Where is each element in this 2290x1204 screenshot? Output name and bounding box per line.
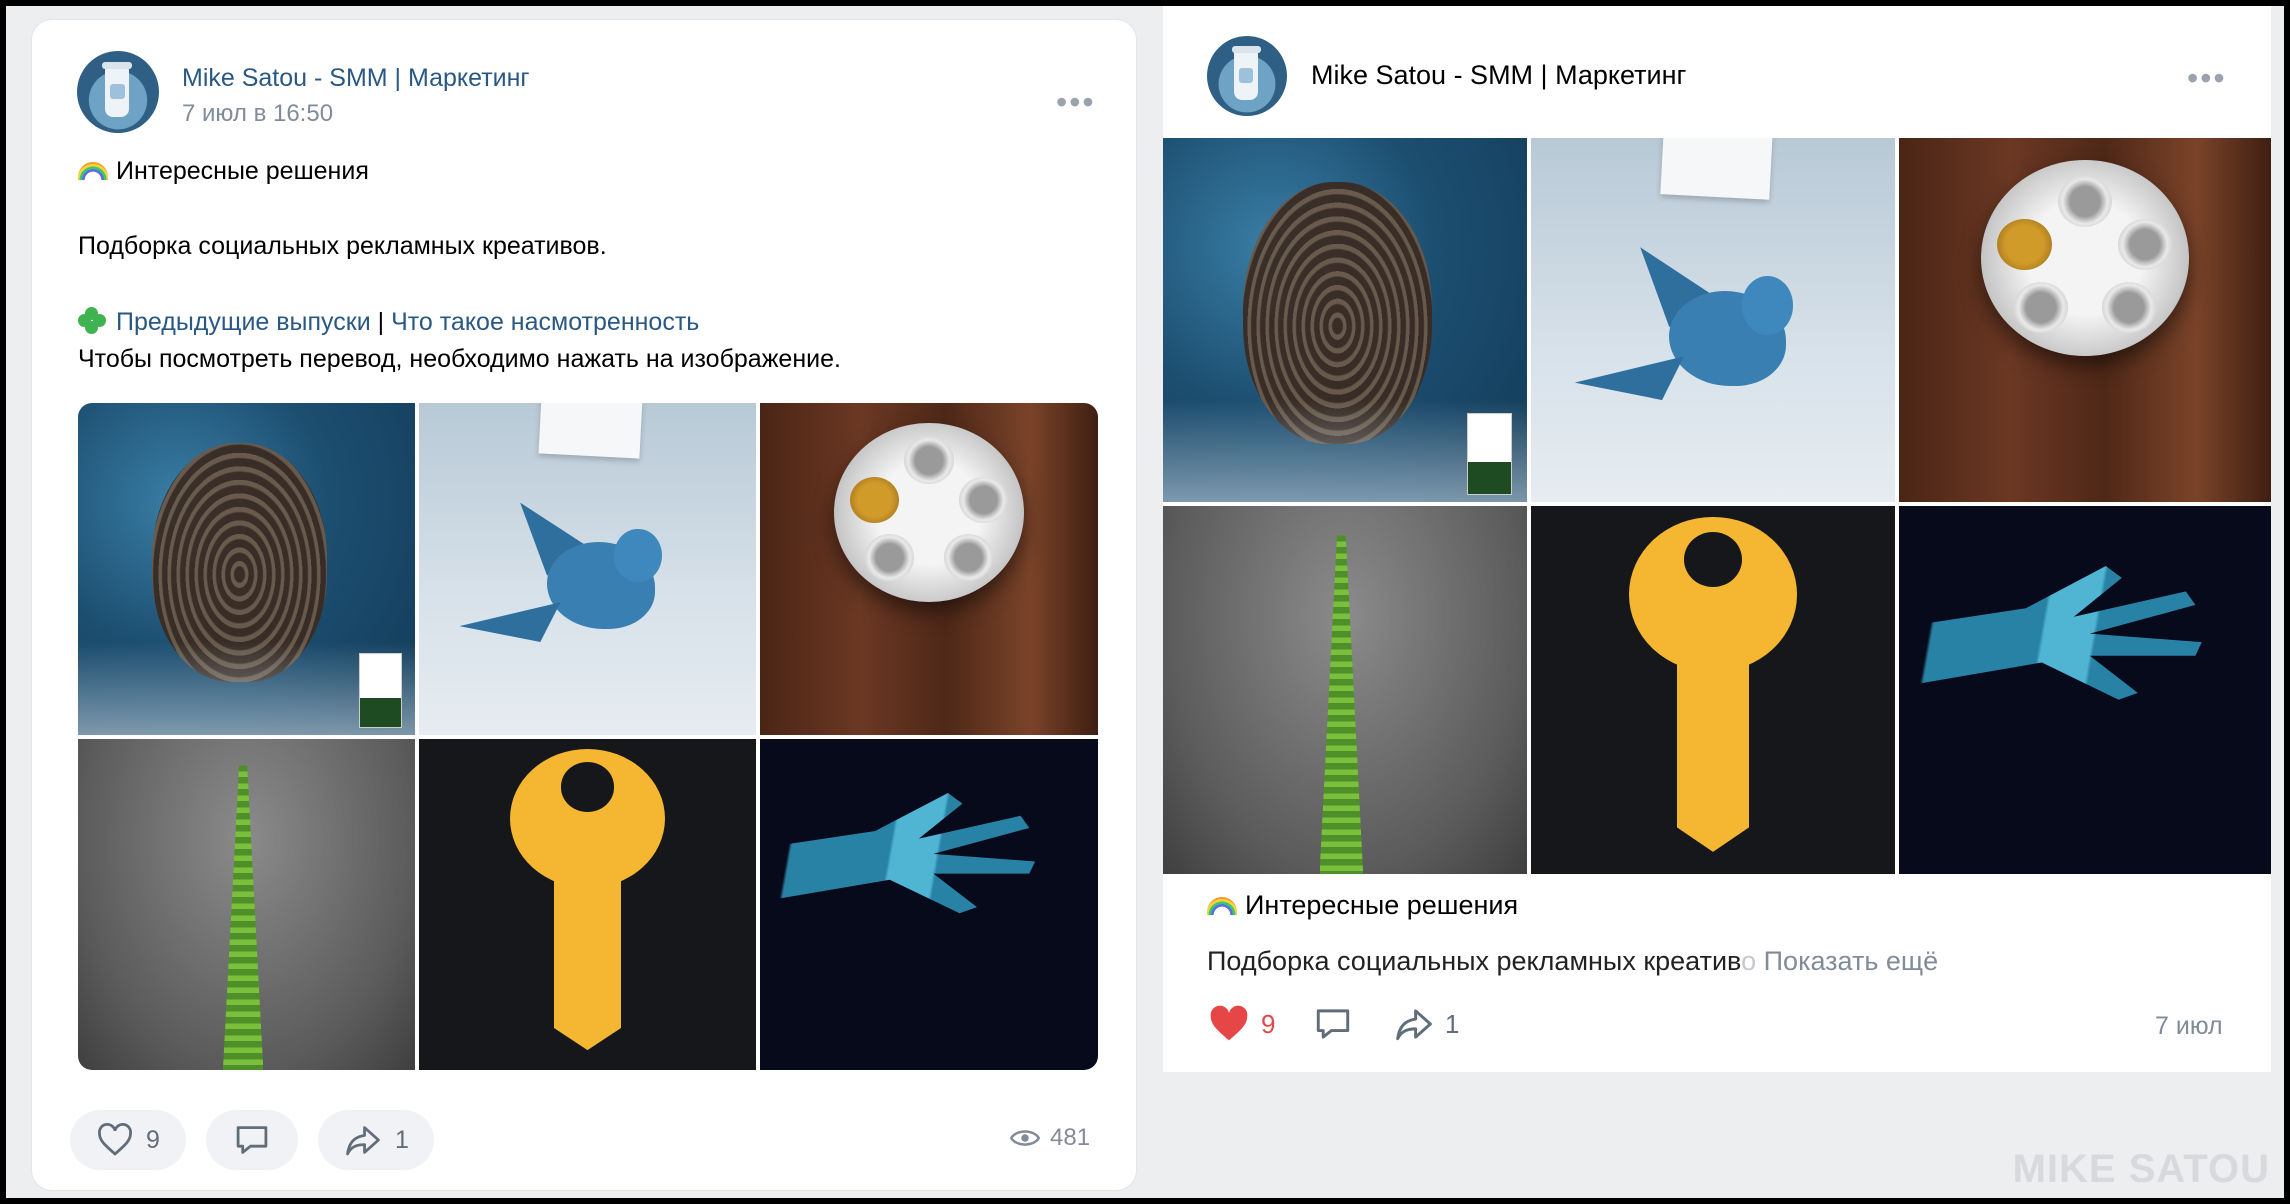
like-button-mobile[interactable]: 9 bbox=[1207, 1004, 1275, 1044]
clover-emoji-icon bbox=[78, 307, 106, 335]
like-count-mobile: 9 bbox=[1261, 1008, 1276, 1039]
share-arrow-icon-mobile bbox=[1396, 1009, 1432, 1041]
author-name[interactable]: Mike Satou - SMM | Маркетинг bbox=[182, 64, 530, 93]
share-button[interactable]: 1 bbox=[318, 1110, 434, 1170]
broken-bird-image-mobile[interactable] bbox=[1531, 138, 1895, 502]
post-heading-mobile-text: Интересные решения bbox=[1245, 890, 1519, 920]
post-note: Чтобы посмотреть перевод, необходимо наж… bbox=[78, 345, 841, 373]
rainbow-emoji-icon bbox=[78, 162, 108, 180]
post-card-mobile: Mike Satou - SMM | Маркетинг ••• Интерес… bbox=[1163, 6, 2271, 1072]
like-button[interactable]: 9 bbox=[70, 1110, 186, 1170]
plate-image-mobile[interactable] bbox=[1899, 138, 2271, 502]
author-avatar[interactable] bbox=[77, 51, 159, 133]
share-button-mobile[interactable]: 1 bbox=[1393, 1006, 1459, 1042]
comment-icon-mobile bbox=[1316, 1009, 1350, 1039]
broken-bird-image[interactable] bbox=[419, 403, 756, 735]
post-card-desktop: Mike Satou - SMM | Маркетинг 7 июл в 16:… bbox=[32, 20, 1136, 1190]
fingerprint-image-mobile[interactable] bbox=[1163, 138, 1527, 502]
post-date-mobile[interactable]: 7 июл bbox=[2155, 1012, 2223, 1041]
comment-button-mobile[interactable] bbox=[1313, 1006, 1353, 1042]
rainbow-emoji-icon-mobile bbox=[1207, 897, 1237, 915]
share-arrow-icon bbox=[346, 1126, 380, 1156]
heart-icon bbox=[98, 1123, 133, 1156]
more-options-icon-mobile[interactable]: ••• bbox=[2187, 62, 2227, 94]
eye-icon bbox=[1010, 1130, 1040, 1146]
like-count: 9 bbox=[146, 1125, 160, 1154]
post-subtitle: Подборка социальных рекламных креативов. bbox=[78, 232, 607, 260]
post-date[interactable]: 7 июл в 16:50 bbox=[182, 100, 333, 128]
page-background: Mike Satou - SMM | Маркетинг 7 июл в 16:… bbox=[6, 6, 2284, 1198]
link-separator: | bbox=[377, 308, 385, 336]
views-counter: 481 bbox=[1010, 1124, 1090, 1152]
repost-count-mobile: 1 bbox=[1445, 1008, 1460, 1039]
key-image-mobile[interactable] bbox=[1531, 506, 1895, 874]
link-previous-issues[interactable]: Предыдущие выпуски bbox=[116, 308, 371, 336]
comment-button[interactable] bbox=[206, 1110, 298, 1170]
views-count: 481 bbox=[1050, 1124, 1091, 1151]
post-heading: Интересные решения bbox=[78, 157, 369, 186]
watermark-logo: MIKE SATOU bbox=[2012, 1147, 2270, 1191]
author-avatar-mobile[interactable] bbox=[1207, 36, 1287, 116]
image-grid-mobile bbox=[1163, 138, 2271, 874]
post-heading-text: Интересные решения bbox=[116, 157, 369, 185]
xray-hand-image-mobile[interactable] bbox=[1899, 506, 2271, 874]
post-heading-mobile: Интересные решения bbox=[1207, 890, 1518, 921]
xray-hand-image[interactable] bbox=[760, 739, 1098, 1070]
key-image[interactable] bbox=[419, 739, 756, 1070]
link-what-is-observation[interactable]: Что такое насмотренность bbox=[391, 308, 699, 336]
plant-road-image[interactable] bbox=[78, 739, 415, 1070]
repost-count: 1 bbox=[395, 1125, 409, 1154]
more-options-icon[interactable]: ••• bbox=[1056, 86, 1096, 118]
post-subtitle-fade: о bbox=[1741, 946, 1757, 976]
post-links: Предыдущие выпуски | Что такое насмотрен… bbox=[78, 307, 699, 337]
heart-filled-icon bbox=[1210, 1005, 1248, 1041]
comment-icon bbox=[236, 1126, 268, 1154]
post-subtitle-mobile: Подборка социальных рекламных креативо П… bbox=[1207, 946, 1938, 977]
post-subtitle-mobile-text: Подборка социальных рекламных креатив bbox=[1207, 946, 1742, 976]
plant-road-image-mobile[interactable] bbox=[1163, 506, 1527, 874]
plate-image[interactable] bbox=[760, 403, 1098, 735]
fingerprint-image[interactable] bbox=[78, 403, 415, 735]
author-name-mobile[interactable]: Mike Satou - SMM | Маркетинг bbox=[1311, 60, 1686, 91]
show-more-link[interactable]: Показать ещё bbox=[1764, 946, 1939, 976]
image-grid bbox=[78, 403, 1098, 1070]
